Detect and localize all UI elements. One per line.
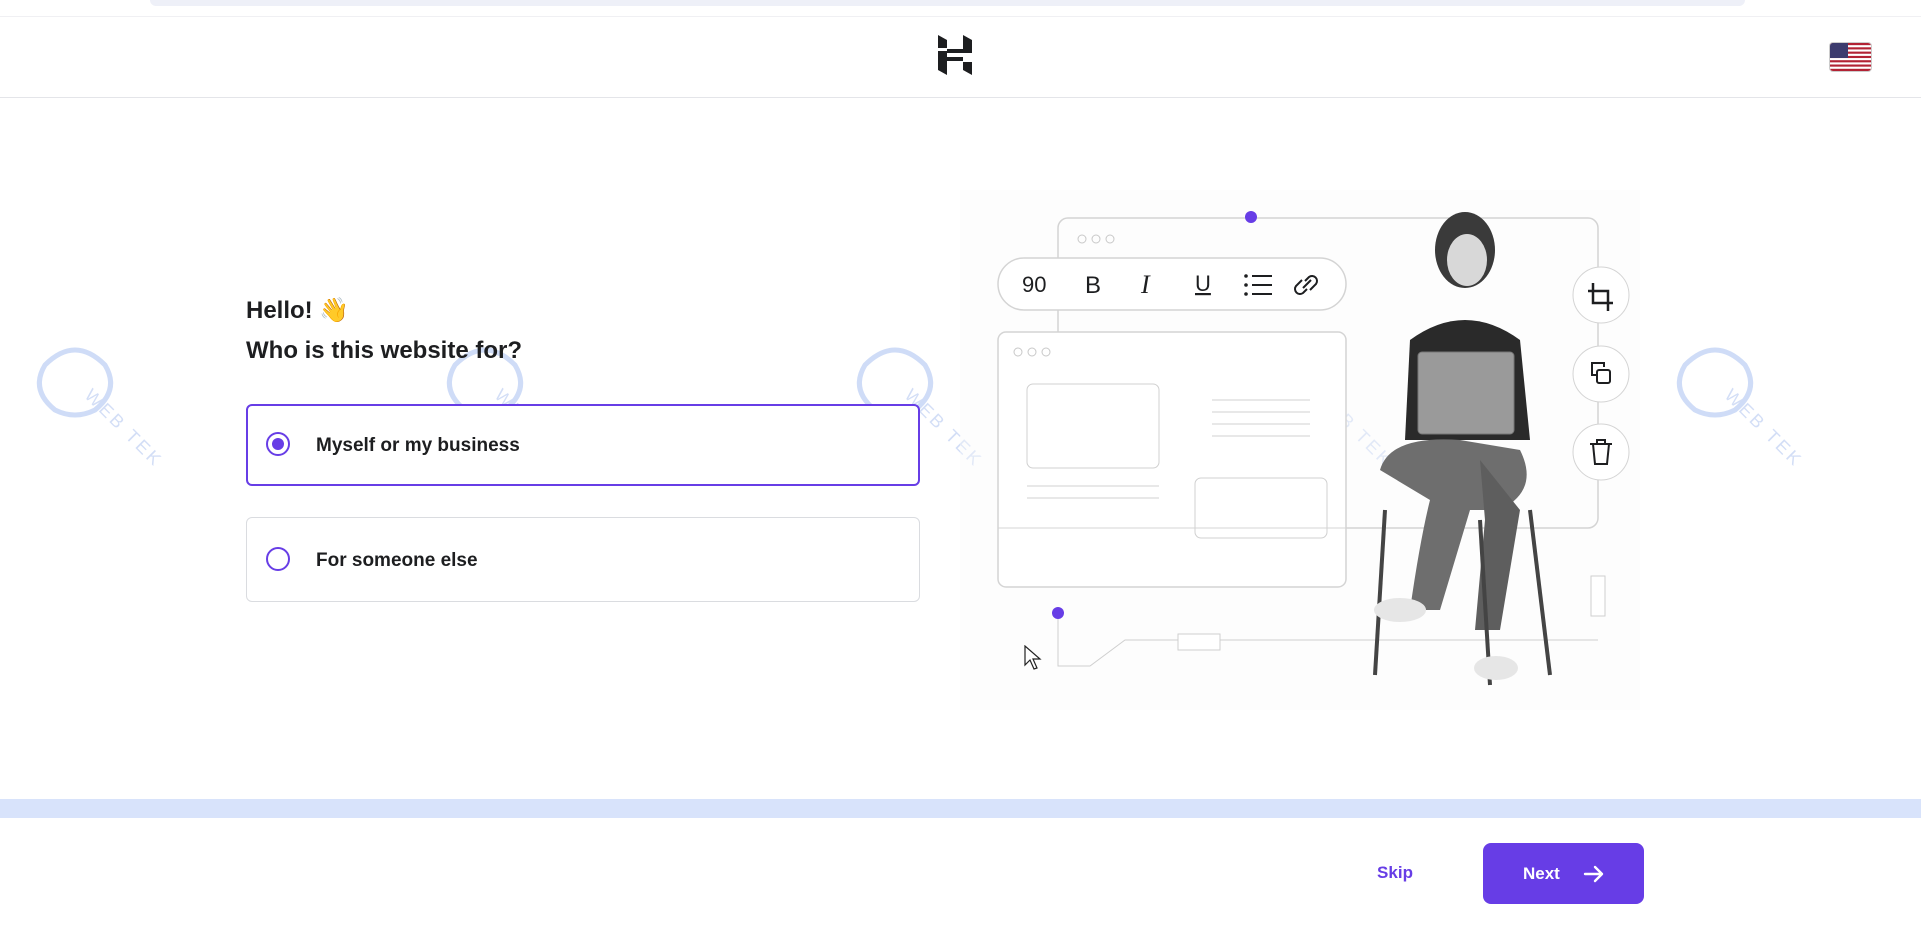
arrow-right-icon	[1583, 865, 1604, 883]
next-button[interactable]: Next	[1483, 843, 1644, 904]
svg-text:I: I	[1140, 270, 1151, 299]
question-heading: Who is this website for?	[246, 337, 523, 364]
option-myself-or-business[interactable]: Myself or my business	[246, 404, 920, 486]
header	[0, 16, 1921, 98]
hostinger-logo-icon[interactable]	[938, 35, 972, 75]
watermark-logo-icon	[1676, 347, 1754, 418]
next-label: Next	[1523, 864, 1560, 883]
progress-bar	[0, 799, 1921, 818]
top-strip	[150, 0, 1745, 6]
website-builder-illustration: 90 B I U	[960, 190, 1640, 710]
svg-text:U: U	[1195, 271, 1211, 296]
watermark-logo-icon	[36, 347, 114, 418]
radio-unselected[interactable]	[266, 547, 290, 571]
option-someone-else[interactable]: For someone else	[246, 517, 920, 602]
option-label: Myself or my business	[316, 435, 520, 456]
radio-selected[interactable]	[266, 432, 290, 456]
greeting-heading: Hello! 👋	[246, 297, 350, 324]
svg-text:B: B	[1085, 272, 1101, 299]
skip-button[interactable]: Skip	[1360, 858, 1430, 888]
us-flag-icon[interactable]	[1830, 43, 1871, 71]
svg-text:90: 90	[1022, 272, 1046, 297]
option-label: For someone else	[316, 550, 478, 571]
mouse-cursor-icon	[1024, 645, 1042, 670]
radio-dot	[272, 438, 284, 450]
